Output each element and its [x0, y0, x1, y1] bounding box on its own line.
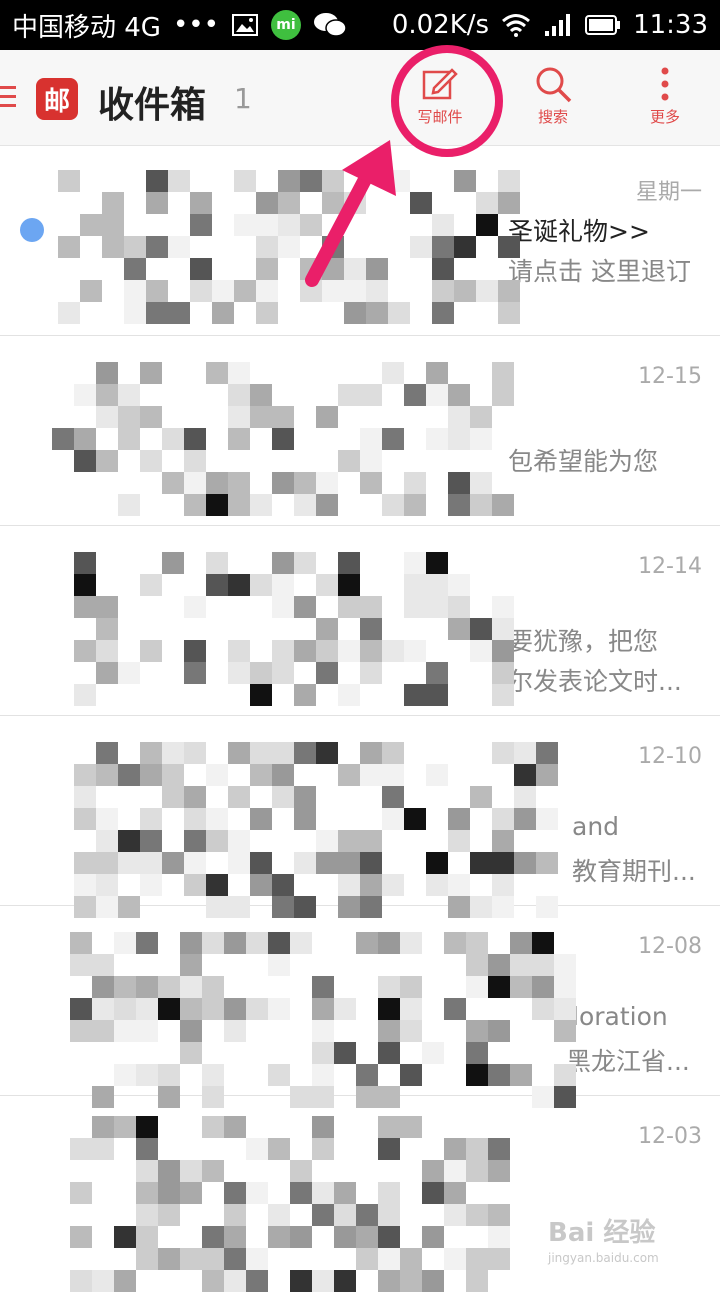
carrier-label: 中国移动 4G — [12, 12, 161, 43]
search-label: 搜索 — [537, 108, 568, 126]
email-date: 12-03 — [638, 1124, 702, 1149]
search-button[interactable]: 搜索 — [508, 64, 598, 127]
email-item[interactable]: 12-15 包希望能为您 — [0, 336, 720, 526]
signal-icon — [543, 13, 573, 37]
unread-dot — [20, 218, 44, 242]
pixelated-content — [74, 552, 514, 706]
email-preview: 尔发表论文时... — [508, 667, 682, 696]
email-date: 12-08 — [638, 934, 702, 959]
email-item[interactable]: 12-08 loration 黑龙江省... — [0, 906, 720, 1108]
email-subject: and — [572, 812, 620, 841]
email-date: 12-14 — [638, 554, 702, 579]
watermark-url: jingyan.baidu.com — [548, 1251, 659, 1265]
watermark-brand: Bai 经验 — [548, 1218, 656, 1248]
gallery-icon — [231, 13, 259, 37]
search-icon — [536, 67, 572, 103]
pixelated-content — [58, 170, 520, 324]
more-button[interactable]: 更多 — [620, 64, 710, 127]
network-speed: 0.02K/s — [391, 10, 490, 40]
email-date: 星期一 — [635, 180, 702, 205]
email-list: 星期一 圣诞礼物>> 请点击 这里退订 12-15 包希望能为您 12-14 要… — [0, 146, 720, 1292]
page-title: 收件箱 — [98, 85, 207, 126]
more-dots: ••• — [172, 10, 219, 40]
email-subject: loration — [572, 1002, 668, 1031]
email-date: 12-10 — [638, 744, 702, 769]
arrow-annotation — [305, 140, 396, 287]
wechat-icon — [313, 11, 347, 39]
app-bar: 邮 收件箱 1 写邮件 搜索 更多 — [0, 50, 720, 146]
email-date: 12-15 — [638, 364, 702, 389]
watermark: Bai 经验 jingyan.baidu.com — [548, 1212, 659, 1265]
clock: 11:33 — [633, 10, 708, 40]
menu-icon[interactable] — [0, 86, 16, 112]
more-vertical-icon — [661, 67, 669, 101]
pixelated-content — [74, 742, 558, 918]
email-subject: 圣诞礼物>> — [508, 217, 650, 246]
email-preview: 请点击 这里退订 — [508, 257, 691, 286]
email-item[interactable]: 12-10 and 教育期刊... — [0, 716, 720, 918]
more-label: 更多 — [649, 108, 680, 126]
app-logo: 邮 — [36, 78, 78, 120]
wifi-icon — [501, 13, 531, 37]
email-item[interactable]: 12-14 要犹豫，把您 尔发表论文时... — [0, 526, 720, 716]
email-preview: 黑龙江省... — [566, 1047, 690, 1076]
email-subject: 要犹豫，把您 — [508, 627, 659, 656]
pixelated-content — [70, 1116, 510, 1292]
email-preview: 教育期刊... — [572, 857, 696, 886]
unread-count: 1 — [234, 82, 252, 115]
mi-talk-icon: mi — [270, 10, 301, 40]
email-preview: 包希望能为您 — [508, 447, 659, 476]
pixelated-content — [52, 362, 514, 516]
pixelated-content — [70, 932, 576, 1108]
battery-icon — [585, 14, 621, 36]
status-bar: 中国移动 4G ••• mi 0.02K/s 11:33 — [0, 0, 720, 50]
